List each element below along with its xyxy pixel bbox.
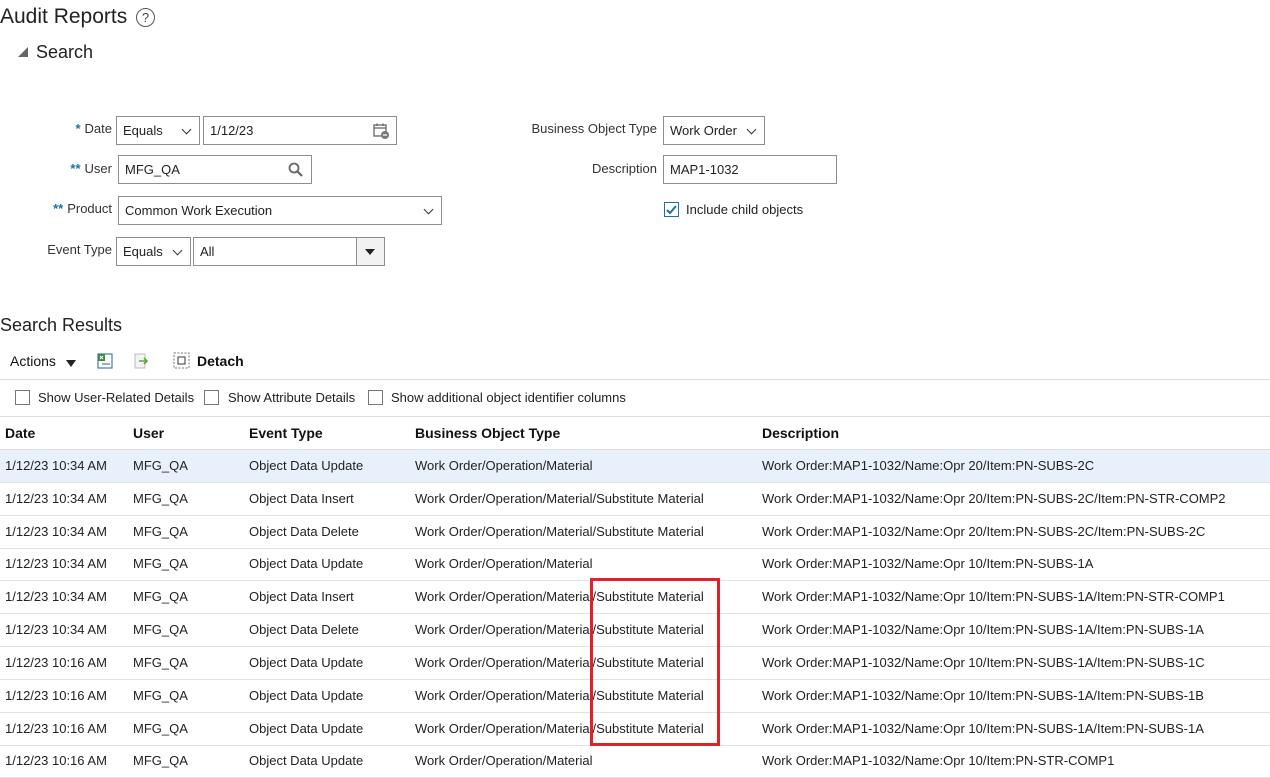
calendar-icon[interactable] xyxy=(372,122,390,140)
cell-description: Work Order:MAP1-1032/Name:Opr 20/Item:PN… xyxy=(762,524,1206,539)
cell-description: Work Order:MAP1-1032/Name:Opr 10/Item:PN… xyxy=(762,688,1204,703)
date-operator-select[interactable]: Equals xyxy=(116,116,200,145)
business-object-type-label: Business Object Type xyxy=(531,121,658,136)
product-select[interactable]: Common Work Execution xyxy=(118,196,442,225)
cell-business-object-type: Work Order/Operation/Material xyxy=(415,556,593,571)
cell-description: Work Order:MAP1-1032/Name:Opr 10/Item:PN… xyxy=(762,556,1094,571)
show-attribute-details-label: Show Attribute Details xyxy=(228,390,356,405)
checkmark-icon xyxy=(666,205,677,215)
show-user-related-details-checkbox[interactable] xyxy=(15,390,30,405)
show-user-related-details-label: Show User-Related Details xyxy=(38,390,195,405)
search-header-label: Search xyxy=(36,42,94,62)
cell-event-type: Object Data Delete xyxy=(249,622,359,637)
results-title: Search Results xyxy=(0,315,123,335)
caret-down-icon xyxy=(65,360,76,367)
date-label: * Date xyxy=(75,121,112,136)
event-type-combobox[interactable]: All xyxy=(193,237,385,266)
export-to-excel-icon[interactable] xyxy=(96,352,114,370)
cell-date: 1/12/23 10:34 AM xyxy=(5,491,107,506)
highlight-annotation-box xyxy=(590,578,720,746)
user-input[interactable]: MFG_QA xyxy=(118,155,312,184)
cell-event-type: Object Data Update xyxy=(249,721,364,736)
cell-user: MFG_QA xyxy=(133,721,188,736)
cell-date: 1/12/23 10:34 AM xyxy=(5,524,107,539)
include-child-objects-label: Include child objects xyxy=(686,202,804,217)
cell-event-type: Object Data Insert xyxy=(249,491,354,506)
detach-button[interactable]: Detach xyxy=(197,353,244,369)
show-additional-identifier-columns-label: Show additional object identifier column… xyxy=(391,390,626,405)
cell-user: MFG_QA xyxy=(133,491,188,506)
cell-user: MFG_QA xyxy=(133,458,188,473)
cell-user: MFG_QA xyxy=(133,753,188,768)
detach-icon[interactable] xyxy=(173,352,190,369)
table-row[interactable]: 1/12/23 10:34 AM MFG_QA Object Data Inse… xyxy=(0,483,1270,516)
column-header-business-object-type[interactable]: Business Object Type xyxy=(415,425,560,441)
cell-event-type: Object Data Update xyxy=(249,688,364,703)
show-additional-identifier-columns-checkbox[interactable] xyxy=(368,390,383,405)
description-input[interactable]: MAP1-1032 xyxy=(663,155,837,184)
column-header-description[interactable]: Description xyxy=(762,425,839,441)
cell-date: 1/12/23 10:34 AM xyxy=(5,458,107,473)
cell-user: MFG_QA xyxy=(133,589,188,604)
cell-description: Work Order:MAP1-1032/Name:Opr 20/Item:PN… xyxy=(762,491,1226,506)
cell-event-type: Object Data Delete xyxy=(249,524,359,539)
cell-date: 1/12/23 10:34 AM xyxy=(5,622,107,637)
cell-date: 1/12/23 10:34 AM xyxy=(5,556,107,571)
date-input[interactable]: 1/12/23 xyxy=(203,116,397,145)
cell-business-object-type: Work Order/Operation/Material/Substitute… xyxy=(415,491,704,506)
cell-event-type: Object Data Update xyxy=(249,753,364,768)
help-icon[interactable]: ? xyxy=(136,8,155,27)
column-header-event-type[interactable]: Event Type xyxy=(249,425,323,441)
column-header-user[interactable]: User xyxy=(133,425,164,441)
cell-description: Work Order:MAP1-1032/Name:Opr 10/Item:PN… xyxy=(762,721,1204,736)
cell-date: 1/12/23 10:16 AM xyxy=(5,688,107,703)
event-type-operator-select[interactable]: Equals xyxy=(116,237,191,266)
cell-description: Work Order:MAP1-1032/Name:Opr 20/Item:PN… xyxy=(762,458,1095,473)
column-header-date[interactable]: Date xyxy=(5,425,35,441)
search-icon[interactable] xyxy=(287,161,305,179)
cell-date: 1/12/23 10:16 AM xyxy=(5,721,107,736)
cell-user: MFG_QA xyxy=(133,556,188,571)
cell-date: 1/12/23 10:34 AM xyxy=(5,589,107,604)
actions-menu[interactable]: Actions xyxy=(10,353,76,369)
cell-event-type: Object Data Update xyxy=(249,458,364,473)
table-row[interactable]: 1/12/23 10:34 AM MFG_QA Object Data Upda… xyxy=(0,548,1270,581)
product-label: ** Product xyxy=(53,201,112,216)
business-object-type-select[interactable]: Work Order xyxy=(663,116,765,145)
include-child-objects-checkbox[interactable] xyxy=(664,202,679,217)
table-row[interactable]: 1/12/23 10:34 AM MFG_QA Object Data Dele… xyxy=(0,516,1270,549)
cell-business-object-type: Work Order/Operation/Material xyxy=(415,753,593,768)
freeze-icon[interactable] xyxy=(132,352,150,370)
collapse-triangle-icon xyxy=(18,47,28,57)
cell-user: MFG_QA xyxy=(133,655,188,670)
cell-event-type: Object Data Insert xyxy=(249,589,354,604)
cell-user: MFG_QA xyxy=(133,524,188,539)
cell-business-object-type: Work Order/Operation/Material xyxy=(415,458,593,473)
options-divider xyxy=(0,416,1270,417)
user-label: ** User xyxy=(70,161,112,176)
cell-description: Work Order:MAP1-1032/Name:Opr 10/Item:PN… xyxy=(762,753,1115,768)
table-row[interactable]: 1/12/23 10:34 AM MFG_QA Object Data Upda… xyxy=(0,450,1270,483)
toolbar-divider xyxy=(0,379,1270,380)
search-section-header[interactable]: Search xyxy=(18,42,93,63)
page-title: Audit Reports xyxy=(0,5,128,28)
cell-description: Work Order:MAP1-1032/Name:Opr 10/Item:PN… xyxy=(762,622,1204,637)
show-attribute-details-checkbox[interactable] xyxy=(204,390,219,405)
cell-description: Work Order:MAP1-1032/Name:Opr 10/Item:PN… xyxy=(762,589,1225,604)
event-type-label: Event Type xyxy=(47,242,112,257)
cell-event-type: Object Data Update xyxy=(249,556,364,571)
dropdown-arrow-icon[interactable] xyxy=(356,238,384,265)
cell-date: 1/12/23 10:16 AM xyxy=(5,753,107,768)
table-row[interactable]: 1/12/23 10:16 AM MFG_QA Object Data Upda… xyxy=(0,745,1270,778)
cell-user: MFG_QA xyxy=(133,688,188,703)
cell-description: Work Order:MAP1-1032/Name:Opr 10/Item:PN… xyxy=(762,655,1205,670)
cell-user: MFG_QA xyxy=(133,622,188,637)
cell-business-object-type: Work Order/Operation/Material/Substitute… xyxy=(415,524,704,539)
description-label: Description xyxy=(591,161,657,176)
cell-date: 1/12/23 10:16 AM xyxy=(5,655,107,670)
cell-event-type: Object Data Update xyxy=(249,655,364,670)
